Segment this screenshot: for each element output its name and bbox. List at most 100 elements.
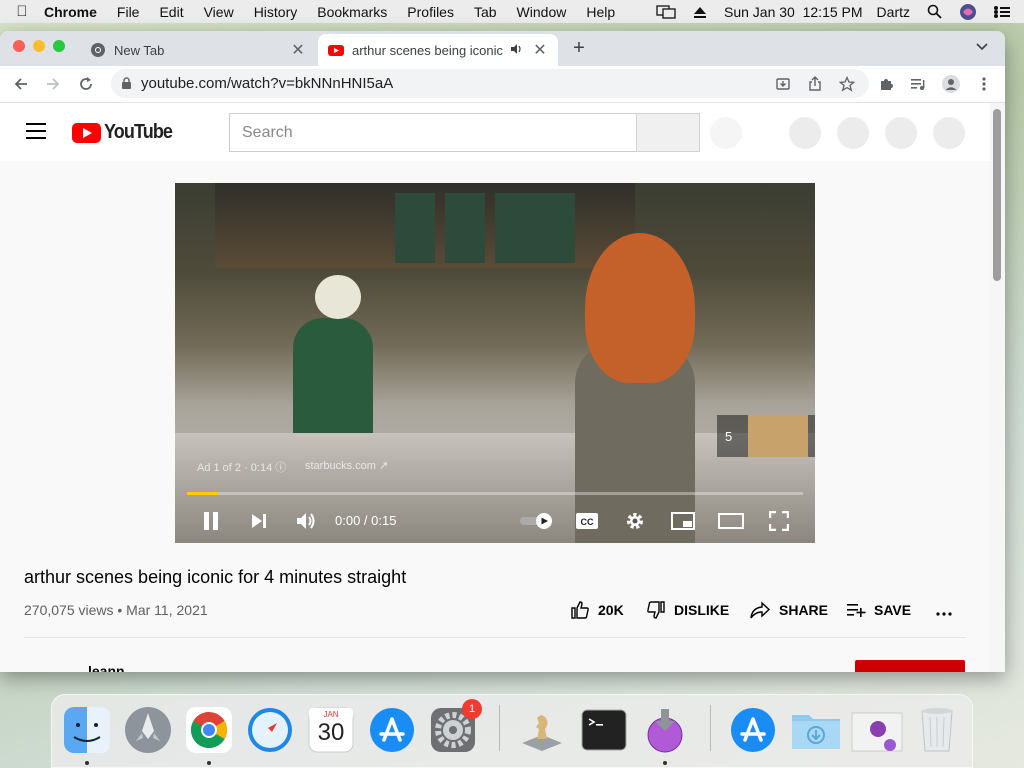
menu-app-name[interactable]: Chrome xyxy=(44,4,107,20)
window-zoom-button[interactable] xyxy=(53,40,65,52)
subscribe-button[interactable] xyxy=(855,660,965,672)
ad-link[interactable]: starbucks.com ↗ xyxy=(305,459,388,472)
new-tab-plus-icon[interactable]: + xyxy=(569,37,589,60)
bookmark-star-icon[interactable] xyxy=(835,72,859,96)
more-actions-icon[interactable] xyxy=(934,600,954,620)
youtube-logo-text: YouTube xyxy=(104,121,173,143)
tab-youtube-video[interactable]: arthur scenes being iconic ✕ xyxy=(318,34,558,66)
menubar-clock[interactable]: Sun Jan 30 12:15 PM xyxy=(724,4,863,20)
save-button[interactable]: SAVE xyxy=(846,600,911,620)
hamburger-menu-icon[interactable] xyxy=(26,123,46,139)
theater-mode-icon[interactable] xyxy=(717,507,745,535)
menu-window[interactable]: Window xyxy=(507,4,577,20)
url-text: youtube.com/watch?v=bkNNnHNI5aA xyxy=(141,75,394,92)
tab-close-icon[interactable]: ✕ xyxy=(290,40,306,60)
media-queue-icon[interactable] xyxy=(906,72,930,96)
save-label: SAVE xyxy=(874,602,912,618)
app-store-downloads-icon[interactable] xyxy=(728,705,778,755)
info-icon[interactable]: ⓘ xyxy=(275,462,286,474)
menu-help[interactable]: Help xyxy=(576,4,625,20)
share-icon[interactable] xyxy=(803,72,827,96)
more-vertical-icon[interactable] xyxy=(972,72,996,96)
system-preferences-icon[interactable]: 1 xyxy=(428,699,482,755)
terminal-icon[interactable] xyxy=(579,705,629,755)
volume-icon[interactable] xyxy=(292,507,320,535)
menu-profiles[interactable]: Profiles xyxy=(397,4,464,20)
channel-name[interactable]: leann xyxy=(88,663,125,672)
video-frame-menuboard xyxy=(445,193,485,263)
launchpad-icon[interactable] xyxy=(123,705,173,755)
account-avatar-placeholder[interactable] xyxy=(933,117,965,149)
dislike-button[interactable]: DISLIKE xyxy=(646,600,729,620)
chess-icon[interactable] xyxy=(517,705,567,755)
speaker-icon[interactable] xyxy=(510,43,526,58)
page-scrollbar[interactable] xyxy=(990,103,1005,672)
menu-tab[interactable]: Tab xyxy=(464,4,507,20)
ad-link-text[interactable]: starbucks.com xyxy=(305,460,376,472)
closed-captions-icon[interactable]: CC xyxy=(573,507,601,535)
video-frame-menuboard xyxy=(535,193,575,263)
lock-icon[interactable] xyxy=(111,77,141,90)
video-player[interactable]: Ad 1 of 2 · 0:14 ⓘ starbucks.com ↗ 5 0:0… xyxy=(175,183,815,543)
menu-file[interactable]: File xyxy=(107,4,150,20)
video-title: arthur scenes being iconic for 4 minutes… xyxy=(24,567,407,587)
eject-icon[interactable] xyxy=(690,4,710,20)
menu-view[interactable]: View xyxy=(194,4,244,20)
menu-bookmarks[interactable]: Bookmarks xyxy=(307,4,397,20)
tab-new-tab[interactable]: New Tab ✕ xyxy=(80,34,316,66)
search-input[interactable]: Search xyxy=(229,113,637,152)
preview-stack-icon[interactable] xyxy=(850,705,903,755)
back-arrow-icon[interactable] xyxy=(9,72,33,96)
voice-search-placeholder[interactable] xyxy=(710,117,742,149)
apps-button-placeholder[interactable] xyxy=(837,117,869,149)
installer-icon[interactable] xyxy=(640,705,690,755)
like-button[interactable]: 20K xyxy=(570,600,624,620)
address-bar[interactable]: youtube.com/watch?v=bkNNnHNI5aA xyxy=(111,69,869,98)
settings-gear-icon[interactable] xyxy=(621,507,649,535)
app-store-icon[interactable] xyxy=(367,705,417,755)
finder-icon[interactable] xyxy=(62,705,112,755)
progress-bar[interactable] xyxy=(187,492,803,495)
spotlight-search-icon[interactable] xyxy=(924,4,944,20)
video-frame-barista-head xyxy=(315,275,361,319)
share-arrow-icon xyxy=(750,601,771,619)
next-icon[interactable] xyxy=(245,507,273,535)
miniplayer-icon[interactable] xyxy=(669,507,697,535)
screen-mirroring-icon[interactable] xyxy=(656,4,676,20)
apple-menu-icon[interactable]:  xyxy=(0,3,44,20)
profile-avatar-icon[interactable] xyxy=(939,72,963,96)
window-close-button[interactable] xyxy=(13,40,25,52)
trash-icon[interactable] xyxy=(912,705,962,755)
chrome-dock-icon[interactable] xyxy=(184,705,234,755)
calendar-icon[interactable]: JAN 30 xyxy=(306,705,356,755)
window-minimize-button[interactable] xyxy=(33,40,45,52)
install-app-icon[interactable] xyxy=(771,72,795,96)
search-button[interactable] xyxy=(636,113,700,152)
macos-menubar:  Chrome File Edit View History Bookmark… xyxy=(0,0,1024,23)
notifications-button-placeholder[interactable] xyxy=(885,117,917,149)
tab-search-chevron-down-icon[interactable] xyxy=(975,39,991,55)
autoplay-toggle-icon[interactable] xyxy=(519,507,555,535)
menubar-user[interactable]: Dartz xyxy=(877,4,910,20)
menu-edit[interactable]: Edit xyxy=(149,4,193,20)
menu-history[interactable]: History xyxy=(244,4,308,20)
tab-title: New Tab xyxy=(114,42,165,58)
fullscreen-icon[interactable] xyxy=(765,507,793,535)
youtube-logo[interactable]: YouTube xyxy=(72,121,180,144)
dock-separator xyxy=(710,705,711,751)
safari-icon[interactable] xyxy=(245,705,295,755)
create-button-placeholder[interactable] xyxy=(789,117,821,149)
tab-close-icon[interactable]: ✕ xyxy=(532,40,548,60)
downloads-folder-icon[interactable] xyxy=(789,705,840,755)
macos-dock: JAN 30 1 xyxy=(51,694,973,768)
extensions-puzzle-icon[interactable] xyxy=(874,72,898,96)
reload-icon[interactable] xyxy=(74,72,98,96)
scrollbar-thumb[interactable] xyxy=(993,109,1001,281)
siri-icon[interactable] xyxy=(958,3,978,20)
share-button[interactable]: SHARE xyxy=(749,600,828,620)
running-indicator xyxy=(663,761,667,765)
skip-ad-countdown[interactable]: 5 xyxy=(717,415,815,457)
forward-arrow-icon[interactable] xyxy=(41,72,65,96)
control-center-icon[interactable] xyxy=(992,4,1012,20)
pause-icon[interactable] xyxy=(197,507,225,535)
